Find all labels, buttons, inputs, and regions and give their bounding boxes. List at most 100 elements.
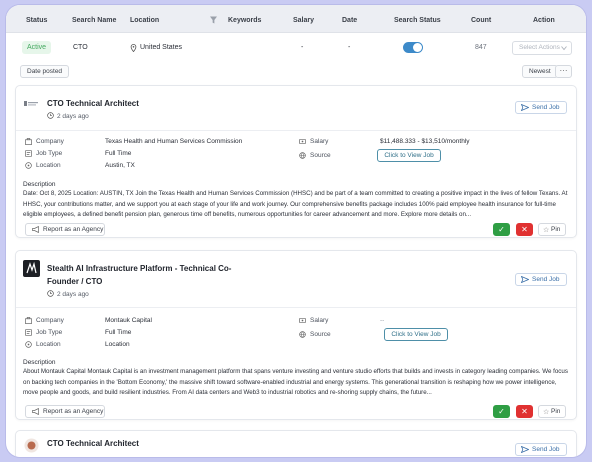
posted-time: 2 days ago xyxy=(47,112,89,120)
company-logo xyxy=(23,260,40,277)
location-pin-icon xyxy=(130,44,137,52)
description-label: Description xyxy=(23,181,56,188)
reject-button[interactable]: ✕ xyxy=(516,405,533,418)
view-job-button[interactable]: Click to View Job xyxy=(377,149,441,162)
chevron-down-icon xyxy=(561,46,567,51)
megaphone-icon xyxy=(32,226,39,233)
col-salary: Salary xyxy=(293,17,315,24)
send-icon xyxy=(521,276,529,283)
report-agency-button[interactable]: Report as an Agency xyxy=(25,405,105,418)
send-icon xyxy=(521,104,529,111)
job-type-icon xyxy=(25,329,32,336)
source-icon xyxy=(299,152,306,159)
send-icon xyxy=(521,446,529,453)
description-text: Date: Oct 8, 2025 Location: AUSTIN, TX J… xyxy=(23,190,568,218)
company-icon xyxy=(25,138,32,145)
salary-icon xyxy=(299,138,306,145)
report-agency-button[interactable]: Report as an Agency xyxy=(25,223,105,236)
salary-icon xyxy=(299,317,306,324)
approve-button[interactable]: ✓ xyxy=(493,405,510,418)
reject-button[interactable]: ✕ xyxy=(516,223,533,236)
job-title-line-1: Stealth AI Infrastructure Platform - Tec… xyxy=(47,264,232,273)
company-label: Company xyxy=(36,317,64,324)
more-options-button[interactable]: ··· xyxy=(555,65,572,78)
company-logo xyxy=(24,100,39,107)
location-icon xyxy=(25,162,32,169)
filter-icon[interactable] xyxy=(210,16,217,24)
clock-icon xyxy=(47,112,54,119)
clock-icon xyxy=(47,290,54,297)
date-posted-sort-button[interactable]: Date posted xyxy=(20,65,70,78)
description-label: Description xyxy=(23,359,56,366)
send-job-button[interactable]: Send Job xyxy=(515,273,567,286)
report-agency-label: Report as an Agency xyxy=(43,226,104,233)
location-value: Austin, TX xyxy=(105,162,135,169)
megaphone-icon xyxy=(32,408,39,415)
send-job-label: Send Job xyxy=(532,276,560,283)
pin-button[interactable]: ☆ Pin xyxy=(538,223,566,236)
job-title[interactable]: CTO Technical Architect xyxy=(47,97,139,110)
posted-time-text: 2 days ago xyxy=(57,113,89,120)
date-cell: - xyxy=(348,44,351,51)
col-search-status: Search Status xyxy=(394,17,441,24)
status-badge: Active xyxy=(22,41,52,54)
col-location: Location xyxy=(130,17,160,24)
company-value: Texas Health and Human Services Commissi… xyxy=(105,138,243,145)
divider xyxy=(16,130,576,131)
pin-icon: ☆ xyxy=(543,227,550,234)
send-job-label: Send Job xyxy=(532,104,560,111)
source-label: Source xyxy=(310,331,331,338)
salary-cell: - xyxy=(301,44,304,51)
salary-value: -- xyxy=(380,317,385,324)
job-title[interactable]: CTO Technical Architect xyxy=(47,437,139,450)
send-job-label: Send Job xyxy=(532,446,560,453)
source-label: Source xyxy=(310,152,331,159)
table-row[interactable]: Active CTO United States - - 847 Select … xyxy=(6,33,586,63)
job-card[interactable]: CTO Technical Architect Send Job xyxy=(15,430,577,457)
approve-button[interactable]: ✓ xyxy=(493,223,510,236)
description-text: About Montauk Capital Montauk Capital is… xyxy=(23,368,568,396)
location-value: Location xyxy=(105,341,130,348)
col-search-name: Search Name xyxy=(72,17,117,24)
count-cell: 847 xyxy=(475,44,487,51)
col-count: Count xyxy=(471,17,492,24)
company-label: Company xyxy=(36,138,64,145)
location-label: Location xyxy=(36,162,61,169)
company-value: Montauk Capital xyxy=(105,317,152,324)
location-cell: United States xyxy=(140,44,183,51)
salary-value: $11,488.333 - $13,510/monthly xyxy=(380,138,470,145)
view-job-button[interactable]: Click to View Job xyxy=(384,328,448,341)
location-label: Location xyxy=(36,341,61,348)
job-type-icon xyxy=(25,150,32,157)
job-type-value: Full Time xyxy=(105,150,132,157)
job-card[interactable]: Stealth AI Infrastructure Platform - Tec… xyxy=(15,250,577,420)
company-logo xyxy=(24,438,39,453)
pin-label: Pin xyxy=(551,226,561,233)
job-card[interactable]: CTO Technical Architect 2 days ago Send … xyxy=(15,85,577,238)
report-agency-label: Report as an Agency xyxy=(43,408,104,415)
col-action: Action xyxy=(533,17,555,24)
salary-label: Salary xyxy=(310,138,329,145)
job-title-line-2: Founder / CTO xyxy=(47,277,103,286)
job-type-label: Job Type xyxy=(36,150,63,157)
col-status: Status xyxy=(26,17,48,24)
col-keywords: Keywords xyxy=(228,17,262,24)
col-date: Date xyxy=(342,17,358,24)
select-actions-dropdown[interactable]: Select Actions xyxy=(512,41,572,55)
company-icon xyxy=(25,317,32,324)
search-name-cell: CTO xyxy=(73,44,88,51)
send-job-button[interactable]: Send Job xyxy=(515,101,567,114)
job-type-label: Job Type xyxy=(36,329,63,336)
source-icon xyxy=(299,331,306,338)
table-header: Status Search Name Location Keywords Sal… xyxy=(6,5,586,33)
pin-label: Pin xyxy=(551,408,561,415)
salary-label: Salary xyxy=(310,317,329,324)
select-actions-placeholder: Select Actions xyxy=(519,44,560,51)
pin-button[interactable]: ☆ Pin xyxy=(538,405,566,418)
pin-icon: ☆ xyxy=(543,409,550,416)
newest-sort-button[interactable]: Newest xyxy=(522,65,558,78)
search-status-toggle[interactable] xyxy=(403,42,423,53)
job-title[interactable]: Stealth AI Infrastructure Platform - Tec… xyxy=(47,262,231,288)
send-job-button[interactable]: Send Job xyxy=(515,443,567,456)
location-icon xyxy=(25,341,32,348)
